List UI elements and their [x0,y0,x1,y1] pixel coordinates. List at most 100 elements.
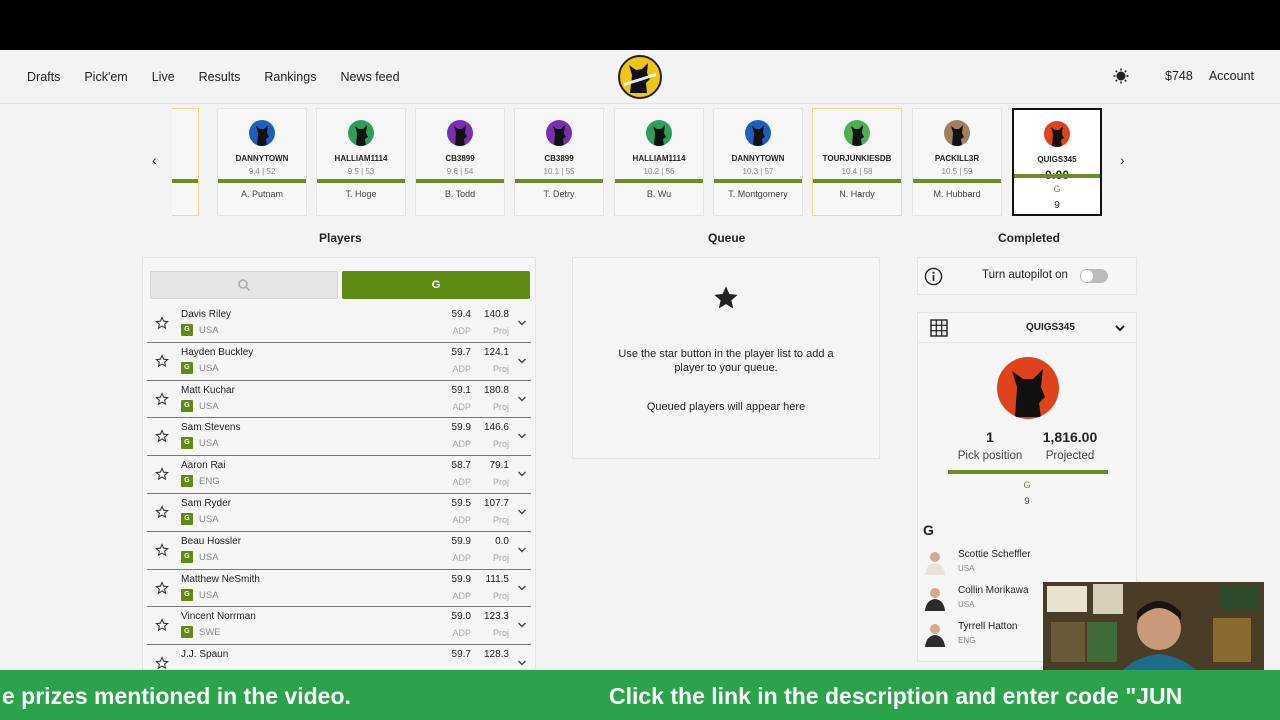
player-row[interactable]: J.J. Spaun 59.7 128.3 [147,645,531,670]
player-name: Davis Riley [181,309,232,320]
player-country: SWE [199,627,221,639]
player-row[interactable]: Sam Ryder G USA 59.5 107.7 ADP Proj [147,494,531,532]
chevron-down-icon[interactable] [517,620,527,630]
drafted-player[interactable]: Scottie Scheffler USA [918,545,1136,581]
pick-card[interactable]: KIESDB 51 nas [172,108,199,216]
chevron-down-icon[interactable] [517,658,527,668]
drafted-player-country: USA [958,564,975,573]
position-filter-button[interactable]: G [342,271,530,299]
nav-drafts[interactable]: Drafts [27,70,60,84]
pick-card[interactable]: CB3899 10.1 | 55 T. Detry [514,108,604,216]
pick-card-bar [913,179,1001,183]
team-avatar-icon [447,120,473,146]
chevron-down-icon[interactable] [517,431,527,441]
roster-progress-bar [948,470,1108,474]
chevron-down-icon[interactable] [517,394,527,404]
chevron-down-icon[interactable] [517,356,527,366]
star-outline-icon[interactable] [155,656,169,670]
star-outline-icon[interactable] [155,316,169,330]
balance[interactable]: $748 [1165,69,1193,83]
player-row[interactable]: Vincent Norrman G SWE 59.0 123.3 ADP Proj [147,607,531,646]
team-selector[interactable]: QUIGS345 [918,313,1136,343]
player-name: Sam Stevens [181,422,241,434]
adp-label: ADP [452,628,471,639]
player-row[interactable]: Davis Riley G USA 59.4 140.8 ADP Proj [147,305,531,343]
proj-label: Proj [492,439,509,450]
player-row[interactable]: Matt Kuchar G USA 59.1 180.8 ADP Proj [147,381,531,419]
pick-card-stat: 9.4 | 52 [248,167,276,176]
chevron-down-icon[interactable] [517,318,527,328]
star-outline-icon[interactable] [155,429,169,443]
queue-panel: Use the star button in the player list t… [572,257,880,459]
promo-ticker: e prizes mentioned in the video. Click t… [0,670,1280,720]
player-name: Beau Hossler [181,535,242,547]
pick-card[interactable]: CB3899 9.6 | 54 B. Todd [415,108,505,216]
pick-cards: KIESDB 51 nas DANNYTOWN 9.4 | 52 A. Putnam HAL… [172,108,1104,218]
queue-empty-text: Queued players will appear here [646,401,806,413]
pick-card-player: A. Putnam [240,189,284,199]
player-name: Matthew NeSmith [181,573,260,585]
proj-label: Proj [492,628,509,639]
pick-card-current[interactable]: QUIGS3450:00G9 [1012,108,1102,216]
star-outline-icon[interactable] [155,505,169,519]
info-icon[interactable] [924,267,943,286]
pick-card[interactable]: DANNYTOWN 10.3 | 57 T. Montgomery [713,108,803,216]
nav-pickem[interactable]: Pick'em [84,70,127,84]
nav-results[interactable]: Results [199,70,241,84]
chevron-left-icon[interactable]: ‹ [152,152,157,168]
adp-label: ADP [452,363,471,374]
position-badge: G [181,512,193,525]
pick-card[interactable]: DANNYTOWN 9.4 | 52 A. Putnam [217,108,307,216]
chevron-down-icon[interactable] [1114,322,1126,334]
team-avatar-icon [546,120,572,146]
nav-live[interactable]: Live [152,70,175,84]
pick-card-team: KIESDB [172,154,198,163]
player-row[interactable]: Beau Hossler G USA 59.9 0.0 ADP Proj [147,532,531,570]
nav-rankings[interactable]: Rankings [264,70,316,84]
adp-label: ADP [452,477,471,488]
pick-card[interactable]: TOURJUNKIESDB 10.4 | 58 N. Hardy [812,108,902,216]
star-outline-icon[interactable] [155,467,169,481]
player-row[interactable]: Hayden Buckley G USA 59.7 124.1 ADP Proj [147,343,531,381]
position-badge: G [181,361,193,374]
brand-logo[interactable] [618,55,662,99]
pick-card[interactable]: PACKILL3R 10.5 | 59 M. Hubbard [912,108,1002,216]
chevron-down-icon[interactable] [517,583,527,593]
player-country: USA [199,400,219,412]
chevron-down-icon[interactable] [517,507,527,517]
nav-news-feed[interactable]: News feed [340,70,399,84]
star-outline-icon[interactable] [155,542,169,557]
pick-card[interactable]: HALLIAM1114 9.5 | 53 T. Hoge [316,108,406,216]
player-country: USA [199,551,219,563]
star-outline-icon[interactable] [155,618,169,632]
dog-logo-icon [624,63,656,93]
star-outline-icon[interactable] [155,391,169,406]
account-link[interactable]: Account [1209,69,1254,83]
player-row[interactable]: Sam Stevens G USA 59.9 146.6 ADP Proj [147,418,531,457]
chevron-down-icon[interactable] [517,545,527,555]
player-name: Aaron Rai [181,460,226,472]
autopilot-toggle[interactable] [1080,269,1108,283]
player-list: Davis Riley G USA 59.4 140.8 ADP Proj Hayden Bu… [147,305,531,670]
dog-avatar-icon [1012,369,1045,417]
player-row[interactable]: Matthew NeSmith G USA 59.9 111.5 ADP Proj [147,570,531,608]
theme-toggle-icon[interactable] [1113,68,1129,84]
draft-app: Drafts Pick'em Live Results Rankings New… [0,50,1280,670]
player-proj: 123.3 [483,611,509,623]
roster-count: 9 [1024,496,1030,507]
grid-icon[interactable] [930,319,948,337]
position-badge: G [181,588,193,601]
player-adp: 59.1 [451,384,471,396]
player-row[interactable]: Aaron Rai G ENG 58.7 79.1 ADP Proj [147,456,531,494]
player-adp: 59.9 [451,422,471,434]
proj-label: Proj [492,363,509,374]
pick-card[interactable]: HALLIAM1114 10.2 | 56 B. Wu [614,108,704,216]
player-photo [925,588,945,611]
position-badge: G [181,626,193,639]
search-input[interactable] [150,271,338,299]
chevron-down-icon[interactable] [517,469,527,479]
chevron-right-icon[interactable]: › [1120,152,1125,168]
pick-card-bar [515,179,603,183]
star-outline-icon[interactable] [155,353,169,368]
star-outline-icon[interactable] [155,580,169,595]
